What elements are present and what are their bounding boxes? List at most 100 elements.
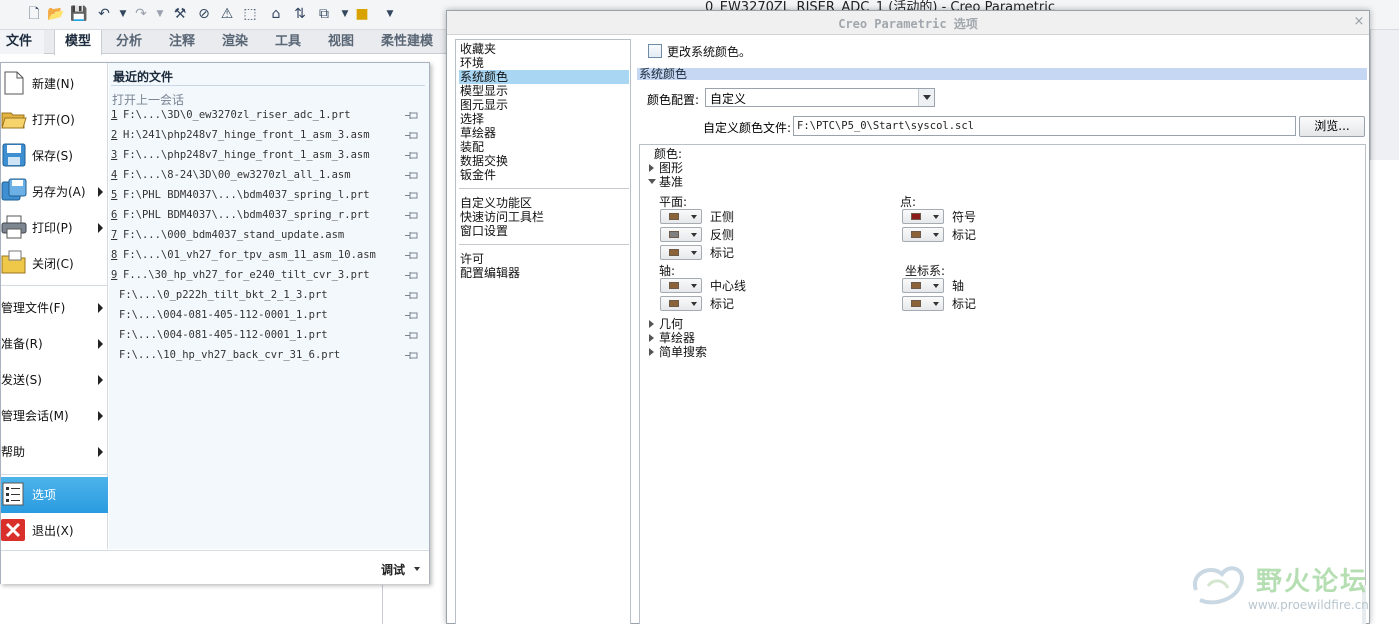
tree-node-sketcher[interactable]: 草绘器 (659, 331, 695, 345)
open-icon[interactable]: 📂 (47, 6, 64, 22)
recent-file-item[interactable]: 5 F:\PHL BDM4037\...\bdm4037_spring_l.prt (111, 186, 425, 206)
pin-icon[interactable] (405, 211, 419, 220)
change-system-colors-checkbox[interactable] (648, 44, 662, 58)
file-menu-new[interactable]: 新建(N) (1, 66, 108, 102)
recent-file-item[interactable]: 6 F:\PHL BDM4037\...\bdm4037_spring_r.prt (111, 206, 425, 226)
select-icon[interactable]: ⬚ (242, 6, 258, 22)
expand-icon[interactable] (649, 334, 654, 342)
file-menu-open[interactable]: 打开(O) (1, 102, 108, 138)
pin-icon[interactable] (405, 331, 419, 340)
recent-file-item[interactable]: 7 F:\...\000_bdm4037_stand_update.asm (111, 226, 425, 246)
expand-icon[interactable] (649, 164, 654, 172)
layer-icon[interactable]: ⌂ (268, 6, 284, 22)
undo-icon[interactable]: ↶ (96, 6, 112, 22)
file-menu-help[interactable]: 帮助 (1, 434, 108, 470)
new-icon[interactable]: 🗋 (26, 6, 42, 22)
category-item[interactable]: 许可 (459, 252, 629, 266)
tab-flexible-modeling[interactable]: 柔性建模 (375, 30, 439, 54)
pin-icon[interactable] (405, 291, 419, 300)
color-picker-button[interactable] (902, 227, 944, 242)
file-menu-exit[interactable]: 退出(X) (1, 513, 108, 549)
cancel-regen-icon[interactable]: ⊘ (196, 6, 212, 22)
pin-icon[interactable] (405, 231, 419, 240)
file-menu-close[interactable]: 关闭(C) (1, 246, 108, 282)
save-icon[interactable]: 💾 (70, 6, 87, 22)
pin-icon[interactable] (405, 111, 419, 120)
pin-icon[interactable] (405, 151, 419, 160)
category-item[interactable]: 配置编辑器 (459, 266, 629, 280)
pin-icon[interactable] (405, 311, 419, 320)
regenerate-icon[interactable]: ⚒ (172, 6, 188, 22)
recent-file-item[interactable]: 8 F:\...\01_vh27_for_tpv_asm_11_asm_10.as… (111, 246, 425, 266)
file-menu-send[interactable]: 发送(S) (1, 362, 108, 398)
category-item[interactable]: 自定义功能区 (459, 196, 629, 210)
expand-icon[interactable] (649, 348, 654, 356)
color-scheme-select[interactable]: 自定义 (705, 88, 935, 107)
color-picker-button[interactable] (660, 278, 702, 293)
file-menu-options[interactable]: 选项 (1, 477, 108, 513)
file-menu-prepare[interactable]: 准备(R) (1, 326, 108, 362)
window-icon[interactable]: ⚠ (219, 6, 235, 22)
recent-file-item[interactable]: 4 F:\...\8-24\3D\00_ew3270zl_all_1.asm (111, 166, 425, 186)
category-item[interactable]: 数据交换 (459, 154, 629, 168)
recent-file-item[interactable]: 1 F:\...\3D\0_ew3270zl_riser_adc_1.prt (111, 106, 425, 126)
tab-model[interactable]: 模型 (54, 30, 102, 55)
recent-file-item[interactable]: F:\...\10_hp_vh27_back_cvr_31_6.prt (111, 346, 425, 366)
custom-color-file-input[interactable]: F:\PTC\P5_0\Start\syscol.scl (793, 116, 1296, 136)
category-item[interactable]: 选择 (459, 112, 629, 126)
file-menu-print[interactable]: 打印(P) (1, 210, 108, 246)
tree-node-graphics[interactable]: 图形 (659, 161, 683, 175)
tree-node-geometry[interactable]: 几何 (659, 317, 683, 331)
file-menu-save-as[interactable]: 另存为(A) (1, 174, 108, 210)
color-picker-button[interactable] (902, 296, 944, 311)
color-picker-button[interactable] (902, 278, 944, 293)
pin-icon[interactable] (405, 351, 419, 360)
browse-button[interactable]: 浏览... (1299, 116, 1365, 137)
tree-node-simple-search[interactable]: 简单搜索 (659, 345, 707, 359)
redo-dropdown-icon[interactable]: ▼ (152, 6, 168, 22)
category-item[interactable]: 窗口设置 (459, 224, 629, 238)
color-picker-button[interactable] (660, 209, 702, 224)
category-item[interactable]: 模型显示 (459, 84, 629, 98)
pin-icon[interactable] (405, 191, 419, 200)
tree-icon[interactable]: ⇅ (292, 6, 308, 22)
tab-view[interactable]: 视图 (322, 30, 360, 54)
recent-file-item[interactable]: F:\...\004-081-405-112-0001_1.prt (111, 306, 425, 326)
color-picker-button[interactable] (660, 296, 702, 311)
recent-file-item[interactable]: 9 F...\30_hp_vh27_for_e240_tilt_cvr_3.prt (111, 266, 425, 286)
expand-icon[interactable] (649, 320, 654, 328)
pin-icon[interactable] (405, 171, 419, 180)
pin-icon[interactable] (405, 251, 419, 260)
category-item[interactable]: 图元显示 (459, 98, 629, 112)
color-picker-button[interactable] (902, 209, 944, 224)
color-picker-button[interactable] (660, 245, 702, 260)
category-item[interactable]: 装配 (459, 140, 629, 154)
tab-annotate[interactable]: 注释 (163, 30, 201, 54)
category-item[interactable]: 快速访问工具栏 (459, 210, 629, 224)
collapse-icon[interactable] (648, 179, 656, 184)
file-menu-save[interactable]: 保存(S) (1, 138, 108, 174)
model-icon[interactable]: ⧉ (316, 6, 332, 22)
color-picker-button[interactable] (660, 227, 702, 242)
category-item[interactable]: 收藏夹 (459, 42, 629, 56)
pin-icon[interactable] (405, 271, 419, 280)
category-item[interactable]: 草绘器 (459, 126, 629, 140)
debug-button[interactable]: 调试 (381, 561, 405, 578)
file-menu-manage-session[interactable]: 管理会话(M) (1, 398, 108, 434)
tab-render[interactable]: 渲染 (216, 30, 254, 54)
file-menu-manage-file[interactable]: 管理文件(F) (1, 290, 108, 326)
category-item[interactable]: 环境 (459, 56, 629, 70)
recent-file-item[interactable]: 3 F:\...\php248v7_hinge_front_1_asm_3.asm (111, 146, 425, 166)
close-icon[interactable]: × (1352, 14, 1366, 30)
tab-tools[interactable]: 工具 (269, 30, 307, 54)
category-item[interactable]: 系统颜色 (459, 70, 629, 84)
dropdown-button[interactable] (918, 89, 934, 106)
category-item[interactable]: 钣金件 (459, 168, 629, 182)
undo-dropdown-icon[interactable]: ▼ (115, 6, 131, 22)
recent-file-item[interactable]: F:\...\004-081-405-112-0001_1.prt (111, 326, 425, 346)
dropdown-icon[interactable]: ▼ (337, 6, 353, 22)
folder-icon[interactable]: ■ (354, 6, 370, 22)
tree-node-datum[interactable]: 基准 (659, 175, 683, 189)
redo-icon[interactable]: ↷ (133, 6, 149, 22)
tab-analysis[interactable]: 分析 (110, 30, 148, 54)
